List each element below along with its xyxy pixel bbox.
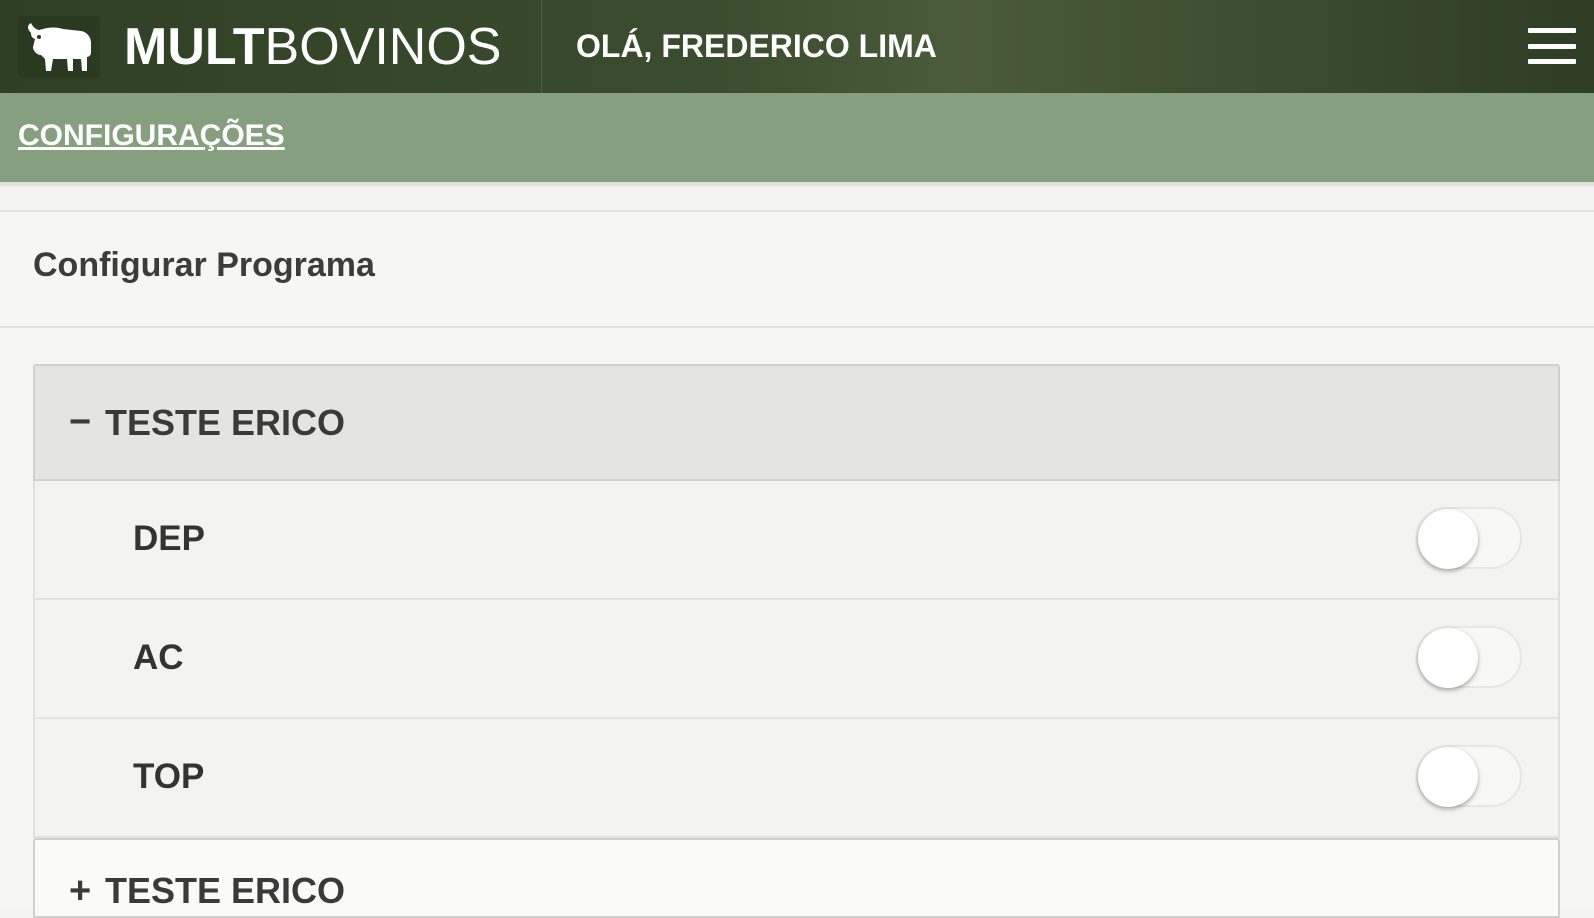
toggle-switch-top[interactable]: [1416, 745, 1522, 807]
menu-line: [1528, 43, 1576, 49]
program-accordion: − TESTE ERICO DEP AC TOP + TESTE ERICO: [33, 364, 1560, 918]
toggle-knob: [1418, 509, 1478, 569]
menu-line: [1528, 59, 1576, 64]
config-card: Configurar Programa − TESTE ERICO DEP AC…: [0, 210, 1594, 918]
page-title: Configurar Programa: [33, 246, 375, 284]
item-label: TOP: [133, 757, 205, 796]
user-greeting: OLÁ, FREDERICO LIMA: [576, 28, 937, 64]
hamburger-menu-icon[interactable]: [1528, 28, 1576, 64]
collapse-icon: −: [69, 401, 92, 443]
settings-link[interactable]: CONFIGURAÇÕES: [18, 119, 285, 153]
accordion-header-collapsed[interactable]: + TESTE ERICO: [33, 838, 1560, 918]
brand-name-bold: MULT: [124, 17, 265, 76]
list-item-ac: AC: [33, 600, 1560, 719]
toggle-switch-ac[interactable]: [1416, 626, 1522, 688]
brand-name: MULTBOVINOS: [124, 21, 502, 73]
list-item-dep: DEP: [33, 481, 1560, 600]
top-header: MULTBOVINOS OLÁ, FREDERICO LIMA: [0, 0, 1594, 93]
menu-line: [1528, 28, 1576, 33]
brand-name-light: BOVINOS: [264, 17, 502, 76]
item-label: DEP: [133, 519, 205, 558]
accordion-header-expanded[interactable]: − TESTE ERICO: [33, 364, 1560, 481]
accordion-title: TESTE ERICO: [105, 401, 346, 443]
bull-icon: [18, 15, 100, 78]
divider: [0, 326, 1594, 328]
toggle-knob: [1418, 747, 1478, 807]
list-item-top: TOP: [33, 719, 1560, 838]
subnav-bar: CONFIGURAÇÕES: [0, 93, 1594, 186]
item-label: AC: [133, 638, 184, 677]
brand[interactable]: MULTBOVINOS: [0, 0, 542, 93]
accordion-title: TESTE ERICO: [105, 870, 346, 911]
toggle-switch-dep[interactable]: [1416, 507, 1522, 569]
expand-icon: +: [69, 870, 92, 912]
toggle-knob: [1418, 628, 1478, 688]
